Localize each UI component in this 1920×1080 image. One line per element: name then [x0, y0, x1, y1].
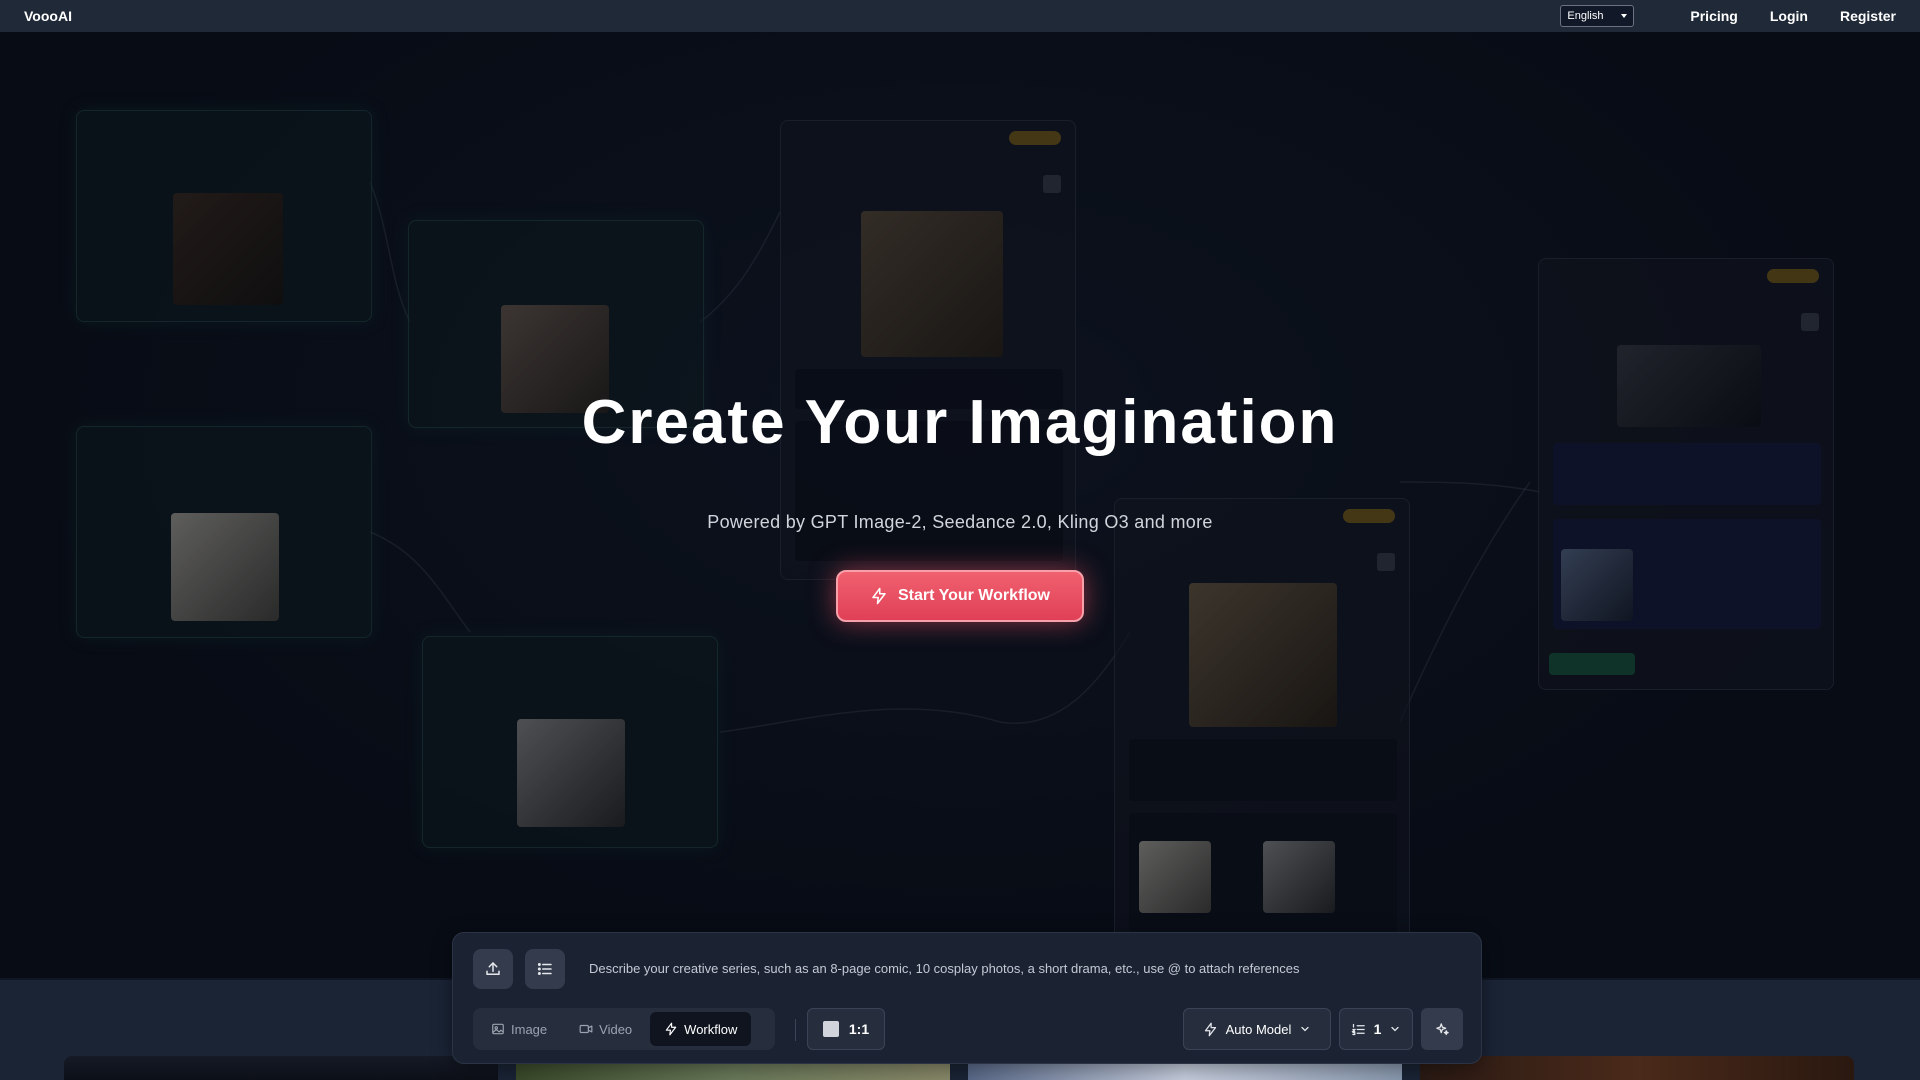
tab-workflow-label: Workflow: [684, 1021, 738, 1037]
list-button[interactable]: [525, 949, 565, 989]
gallery-card[interactable]: [1420, 1056, 1854, 1080]
nav-right: English Pricing Login Register: [1560, 5, 1896, 27]
start-workflow-button[interactable]: Start Your Workflow: [836, 570, 1084, 622]
logo[interactable]: VoooAI: [24, 8, 72, 24]
gallery-card[interactable]: [64, 1056, 498, 1080]
numbered-list-icon: [1350, 1023, 1365, 1035]
chevron-down-icon: [1621, 14, 1628, 18]
tab-image-label: Image: [511, 1021, 548, 1037]
hero-subtitle: Powered by GPT Image-2, Seedance 2.0, Kl…: [707, 512, 1213, 532]
prompt-composer: Describe your creative series, such as a…: [452, 932, 1482, 1064]
pricing-link[interactable]: Pricing: [1690, 8, 1737, 24]
sparkle-icon: [1435, 1022, 1449, 1035]
language-select[interactable]: English: [1560, 5, 1635, 27]
top-nav: VoooAI English Pricing Login Register: [0, 0, 1920, 32]
video-icon: [579, 1024, 593, 1034]
toolbar-divider: [795, 1019, 796, 1041]
enhance-prompt-button[interactable]: [1421, 1008, 1463, 1050]
model-label: Auto Model: [1225, 1021, 1292, 1037]
tab-video-label: Video: [599, 1021, 633, 1037]
upload-button[interactable]: [473, 949, 513, 989]
hero-overlay: [0, 32, 1920, 980]
prompt-input[interactable]: Describe your creative series, such as a…: [589, 961, 1449, 976]
hero-title: Create Your Imagination: [581, 388, 1339, 457]
list-icon: [537, 963, 552, 975]
aspect-ratio-label: 1:1: [848, 1021, 870, 1037]
model-select[interactable]: Auto Model: [1183, 1008, 1331, 1050]
start-workflow-label: Start Your Workflow: [897, 587, 1050, 604]
login-link[interactable]: Login: [1770, 8, 1808, 24]
upload-icon: [486, 962, 500, 975]
lightning-icon: [665, 1022, 677, 1036]
mode-switcher: Image Video Workflow: [473, 1008, 775, 1050]
aspect-ratio-button[interactable]: 1:1: [807, 1008, 885, 1050]
lightning-icon: [1204, 1022, 1216, 1036]
image-icon: [492, 1023, 504, 1035]
output-count-label: 1: [1373, 1021, 1382, 1037]
hero-section: Create Your Imagination Powered by GPT I…: [0, 32, 1920, 980]
tab-image[interactable]: Image: [477, 1012, 561, 1046]
output-count-select[interactable]: 1: [1339, 1008, 1413, 1050]
tab-video[interactable]: Video: [565, 1012, 646, 1046]
chevron-down-icon: [1391, 1026, 1400, 1032]
lightning-icon: [872, 587, 886, 605]
chevron-down-icon: [1301, 1026, 1309, 1032]
language-label: English: [1567, 10, 1604, 22]
square-ratio-icon: [822, 1021, 839, 1037]
register-link[interactable]: Register: [1840, 8, 1896, 24]
tab-workflow[interactable]: Workflow: [650, 1012, 752, 1046]
